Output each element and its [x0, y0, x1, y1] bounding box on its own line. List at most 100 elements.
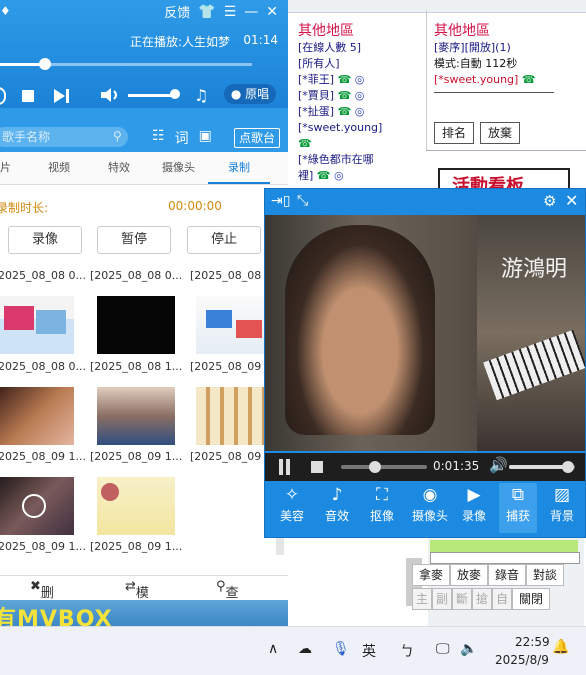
play-icon[interactable] — [22, 494, 46, 518]
queue-user[interactable]: [*sweet.young] ☎ — [434, 72, 586, 88]
microphone-icon[interactable]: 🎙 — [332, 641, 350, 657]
shrink-icon[interactable]: ⤡ — [297, 193, 308, 209]
feedback-link[interactable]: 反馈 — [164, 2, 190, 21]
recording-thumbnail[interactable] — [97, 477, 175, 535]
volume-knob[interactable] — [170, 89, 180, 99]
search-input[interactable]: 歌手名称 — [0, 127, 128, 147]
release-mic-button[interactable]: 放麥 — [450, 564, 488, 586]
user-all[interactable]: [所有人] — [298, 56, 426, 72]
volume-icon[interactable] — [100, 86, 120, 107]
delete-action[interactable]: ✖ 删除 — [30, 579, 54, 620]
menu-icon[interactable]: ☰ — [224, 4, 237, 20]
volume-slider[interactable] — [128, 94, 174, 97]
recording-thumbnail[interactable] — [0, 387, 74, 445]
chevron-up-icon[interactable]: ∧ — [268, 641, 278, 657]
mic-slider[interactable] — [430, 552, 580, 564]
cut-button[interactable]: 斷 — [452, 588, 472, 610]
close-icon[interactable]: ✕ — [266, 4, 278, 20]
recording-thumbnail[interactable] — [196, 296, 274, 354]
lyric-button[interactable]: 词 — [175, 128, 189, 148]
recording-thumbnail[interactable] — [0, 296, 74, 354]
beauty-tool[interactable]: ✧ 美容 — [273, 483, 311, 533]
user-entry[interactable]: [*賈貝] ☎ ◎ — [298, 88, 426, 104]
user-entry[interactable]: [*扯蛋] ☎ ◎ — [298, 104, 426, 120]
recording-thumbnail[interactable] — [97, 387, 175, 445]
music-note-icon: ♪ — [331, 485, 343, 505]
ime-mode-icon[interactable]: ㄅ — [400, 641, 414, 661]
tool-label: 美容 — [279, 509, 304, 523]
stop-button[interactable]: 停止 — [187, 226, 261, 254]
user-entry[interactable]: [*綠色都市在哪 — [298, 152, 426, 168]
clock-time[interactable]: 22:59 — [515, 635, 550, 649]
shirt-icon[interactable]: 👕 — [198, 4, 215, 20]
mvbox-player-window: ♦ 反馈 👕 ☰ — ✕ 正在播放:人生如梦 01:14 ♫ ● 原唱 歌手名称… — [0, 0, 288, 626]
user-entry[interactable]: [*菲王] ☎ ◎ — [298, 72, 426, 88]
tab-video[interactable]: 视频 — [48, 152, 70, 184]
record-button[interactable]: 录像 — [8, 226, 82, 254]
stop-icon[interactable] — [311, 461, 323, 473]
tab-record[interactable]: 录制 — [208, 152, 270, 184]
recording-thumbnail[interactable] — [97, 296, 175, 354]
close-icon[interactable]: ✕ — [565, 191, 578, 210]
network-icon[interactable]: 🖵 — [436, 641, 450, 657]
stop-icon[interactable] — [22, 90, 34, 102]
query-action[interactable]: ⚲ 查询 — [216, 579, 239, 620]
sound-effect-tool[interactable]: ♪ 音效 — [318, 483, 356, 533]
sub-mic-button[interactable]: 副 — [432, 588, 452, 610]
tool-label: 背景 — [549, 509, 574, 523]
tab-camera[interactable]: 摄像头 — [162, 152, 195, 184]
tool-label: 捕获 — [505, 509, 530, 523]
cloud-off-icon[interactable]: ☁ — [298, 641, 312, 657]
recording-thumbnail[interactable] — [0, 477, 74, 535]
recording-thumbnail[interactable] — [196, 387, 274, 445]
volume-icon[interactable]: 🔊 — [489, 456, 508, 474]
tab-pictures[interactable]: 片 — [0, 152, 11, 184]
close-button[interactable]: 關閉 — [512, 588, 550, 610]
mic-mode: 模式:自動 112秒 — [434, 57, 518, 70]
song-order-button[interactable]: 点歌台 — [234, 128, 280, 148]
search-icon[interactable]: ⚲ — [113, 129, 122, 143]
clock-date[interactable]: 2025/8/9 — [495, 653, 549, 667]
progress-knob[interactable] — [39, 58, 52, 70]
user-entry[interactable]: [*sweet.young] — [298, 120, 426, 136]
ime-indicator[interactable]: 英 — [362, 641, 376, 661]
video-frame[interactable]: 游鴻明 — [265, 215, 585, 451]
phone-icon: ☎ — [298, 137, 312, 150]
record-audio-button[interactable]: 錄音 — [488, 564, 526, 586]
rank-button[interactable]: 排名 — [434, 122, 474, 144]
dialogue-button[interactable]: 對談 — [526, 564, 564, 586]
original-vocal-toggle[interactable]: ● 原唱 — [224, 84, 276, 104]
tv-icon[interactable]: ▣ — [199, 128, 212, 148]
capture-tool[interactable]: ⧉ 捕获 — [499, 483, 537, 533]
tab-effects[interactable]: 特效 — [108, 152, 130, 184]
auto-button[interactable]: 自 — [492, 588, 512, 610]
video-seek-bar[interactable] — [341, 461, 427, 473]
video-volume-bar[interactable] — [509, 461, 575, 473]
next-track-icon[interactable] — [52, 87, 70, 108]
pause-icon[interactable] — [279, 459, 283, 475]
seek-knob[interactable] — [369, 461, 382, 473]
camera-tool[interactable]: ◉ 摄像头 — [408, 483, 452, 533]
main-mic-button[interactable]: 主 — [412, 588, 432, 610]
minimize-icon[interactable]: — — [244, 4, 258, 20]
record-video-tool[interactable]: ▶ 录像 — [455, 483, 493, 533]
gear-icon[interactable]: ⚙ — [543, 192, 556, 210]
user-entry-cont[interactable]: 裡] ☎ ◎ — [298, 168, 426, 184]
music-note-icon[interactable]: ♫ — [194, 86, 208, 105]
mode-action[interactable]: ⇄ 模式 — [125, 579, 149, 620]
piano-keys — [483, 329, 585, 401]
notification-icon[interactable]: 🔔 — [552, 639, 569, 655]
skin-icon[interactable]: ♦ — [0, 4, 11, 18]
cutout-tool[interactable]: ⛶ 抠像 — [363, 483, 401, 533]
pin-icon[interactable]: ⇥▯ — [271, 193, 290, 209]
take-mic-button[interactable]: 拿麥 — [412, 564, 450, 586]
playback-progress-bar[interactable] — [0, 58, 252, 70]
equalizer-icon[interactable]: ☷ — [152, 128, 165, 148]
background-tool[interactable]: ▨ 背景 — [543, 483, 581, 533]
pause-button[interactable]: 暂停 — [97, 226, 171, 254]
volume-knob[interactable] — [562, 461, 575, 473]
give-up-button[interactable]: 放棄 — [480, 122, 520, 144]
speaker-icon[interactable]: 🔈 — [460, 641, 477, 657]
grab-button[interactable]: 搶 — [472, 588, 492, 610]
play-pause-icon[interactable] — [0, 87, 6, 105]
